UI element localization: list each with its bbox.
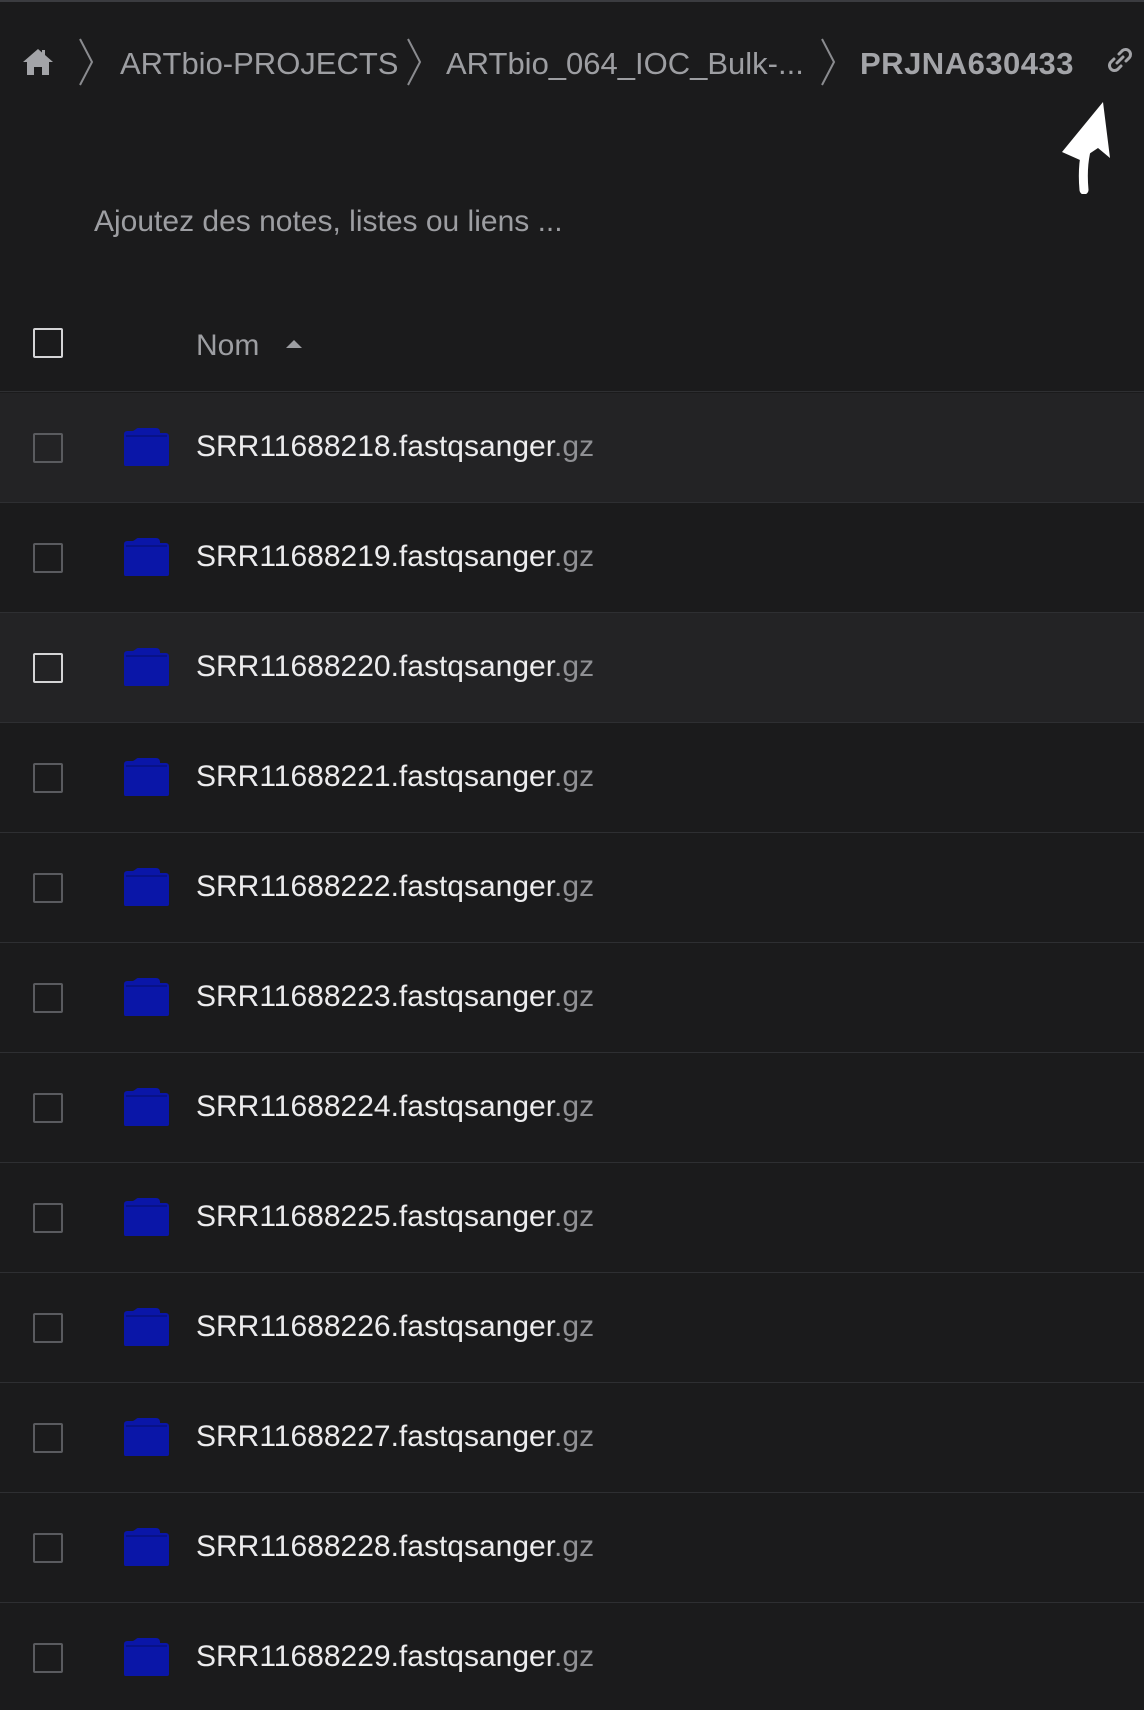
chevron-right-icon	[78, 36, 94, 88]
folder-icon	[122, 1637, 170, 1677]
file-name: SRR11688226.fastqsanger.gz	[196, 1310, 595, 1343]
breadcrumb-item-project-folder[interactable]: ARTbio_064_IOC_Bulk-...	[446, 46, 804, 82]
folder-icon	[122, 427, 170, 467]
file-list-header: Nom	[0, 302, 1144, 392]
breadcrumb: ARTbio-PROJECTS ARTbio_064_IOC_Bulk-... …	[0, 2, 1144, 128]
row-checkbox[interactable]	[33, 433, 63, 463]
row-checkbox[interactable]	[33, 763, 63, 793]
folder-icon	[122, 1197, 170, 1237]
file-row[interactable]: SRR11688220.fastqsanger.gz	[0, 613, 1144, 723]
file-name: SRR11688223.fastqsanger.gz	[196, 980, 595, 1013]
file-row[interactable]: SRR11688219.fastqsanger.gz	[0, 503, 1144, 613]
annotation-arrow-icon	[1056, 98, 1116, 195]
file-name: SRR11688220.fastqsanger.gz	[196, 650, 595, 683]
file-name: SRR11688219.fastqsanger.gz	[196, 540, 595, 573]
row-checkbox[interactable]	[33, 543, 63, 573]
file-row[interactable]: SRR11688227.fastqsanger.gz	[0, 1383, 1144, 1493]
select-all-checkbox[interactable]	[33, 328, 63, 358]
notes-input[interactable]: Ajoutez des notes, listes ou liens ...	[94, 202, 563, 242]
row-checkbox[interactable]	[33, 1423, 63, 1453]
breadcrumb-item-artbio-projects[interactable]: ARTbio-PROJECTS	[120, 46, 399, 82]
row-checkbox[interactable]	[33, 983, 63, 1013]
file-row[interactable]: SRR11688229.fastqsanger.gz	[0, 1603, 1144, 1710]
file-name: SRR11688218.fastqsanger.gz	[196, 430, 595, 463]
folder-icon	[122, 537, 170, 577]
folder-icon	[122, 647, 170, 687]
folder-icon	[122, 757, 170, 797]
row-checkbox[interactable]	[33, 1533, 63, 1563]
row-checkbox[interactable]	[33, 1093, 63, 1123]
folder-icon	[122, 1087, 170, 1127]
folder-icon	[122, 1527, 170, 1567]
file-row[interactable]: SRR11688221.fastqsanger.gz	[0, 723, 1144, 833]
sort-ascending-icon	[286, 340, 302, 348]
file-row[interactable]: SRR11688222.fastqsanger.gz	[0, 833, 1144, 943]
folder-icon	[122, 867, 170, 907]
row-checkbox[interactable]	[33, 1643, 63, 1673]
file-name: SRR11688228.fastqsanger.gz	[196, 1530, 595, 1563]
file-name: SRR11688229.fastqsanger.gz	[196, 1640, 595, 1673]
file-name: SRR11688224.fastqsanger.gz	[196, 1090, 595, 1123]
row-checkbox[interactable]	[33, 653, 63, 683]
file-row[interactable]: SRR11688226.fastqsanger.gz	[0, 1273, 1144, 1383]
row-checkbox[interactable]	[33, 1203, 63, 1233]
folder-icon	[122, 1307, 170, 1347]
folder-icon	[122, 977, 170, 1017]
row-checkbox[interactable]	[33, 873, 63, 903]
file-row[interactable]: SRR11688228.fastqsanger.gz	[0, 1493, 1144, 1603]
files-app: ARTbio-PROJECTS ARTbio_064_IOC_Bulk-... …	[0, 0, 1144, 1710]
chevron-right-icon	[820, 36, 836, 88]
folder-icon	[122, 1417, 170, 1457]
file-row[interactable]: SRR11688223.fastqsanger.gz	[0, 943, 1144, 1053]
file-list: SRR11688218.fastqsanger.gz SRR11688219.f…	[0, 393, 1144, 1710]
file-row[interactable]: SRR11688225.fastqsanger.gz	[0, 1163, 1144, 1273]
file-row[interactable]: SRR11688224.fastqsanger.gz	[0, 1053, 1144, 1163]
link-icon[interactable]	[1104, 44, 1136, 76]
breadcrumb-current-folder[interactable]: PRJNA630433	[860, 46, 1074, 82]
file-name: SRR11688225.fastqsanger.gz	[196, 1200, 595, 1233]
chevron-right-icon	[406, 36, 422, 88]
file-name: SRR11688222.fastqsanger.gz	[196, 870, 595, 903]
home-icon[interactable]	[20, 46, 56, 78]
sort-by-name-button[interactable]: Nom	[196, 328, 259, 364]
file-row[interactable]: SRR11688218.fastqsanger.gz	[0, 393, 1144, 503]
file-name: SRR11688227.fastqsanger.gz	[196, 1420, 595, 1453]
file-name: SRR11688221.fastqsanger.gz	[196, 760, 595, 793]
row-checkbox[interactable]	[33, 1313, 63, 1343]
